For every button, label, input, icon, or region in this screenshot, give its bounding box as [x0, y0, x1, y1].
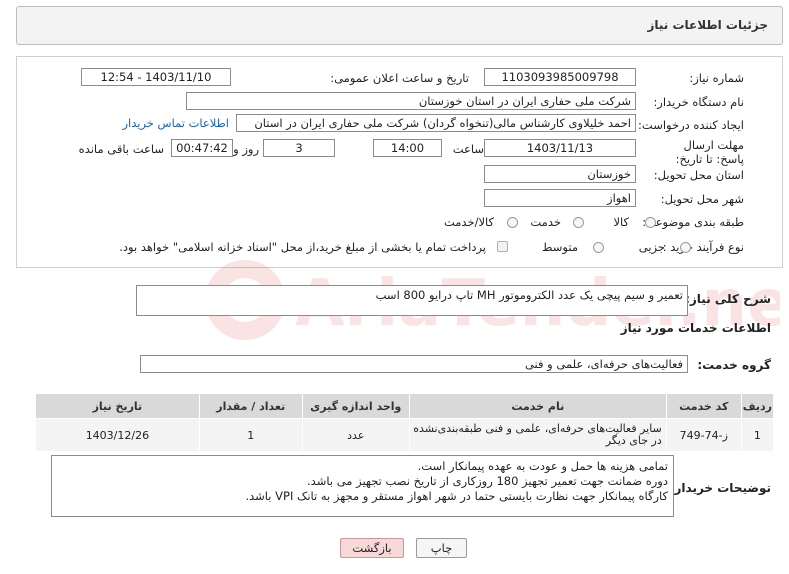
treasury-payment-checkbox[interactable] — [497, 241, 508, 252]
column-header-code: کد خدمت — [665, 393, 742, 419]
treasury-payment-note: پرداخت تمام یا بخشی از مبلغ خرید،از محل … — [119, 240, 486, 254]
cell-unit: عدد — [301, 418, 410, 452]
category-radio-goods[interactable] — [645, 217, 656, 228]
category-option-service: خدمت — [530, 215, 561, 229]
services-table-header: ردیف کد خدمت نام خدمت واحد اندازه گیری ت… — [35, 393, 775, 419]
column-header-qty: تعداد / مقدار — [198, 393, 303, 419]
days-label: روز و — [233, 142, 259, 156]
service-group-field[interactable]: فعالیت‌های حرفه‌ای، علمی و فنی — [140, 355, 688, 373]
cell-code: ز-74-749 — [665, 418, 742, 452]
category-option-goods-service: کالا/خدمت — [443, 215, 494, 229]
need-number-label: شماره نیاز: — [689, 71, 744, 85]
city-field[interactable]: اهواز — [484, 189, 636, 207]
buyer-org-field[interactable]: شرکت ملی حفاری ایران در استان خوزستان — [186, 92, 636, 110]
process-radio-minor[interactable] — [680, 242, 691, 253]
category-radio-goods-service[interactable] — [507, 217, 518, 228]
cell-name: سایر فعالیت‌های حرفه‌ای، علمی و فنی طبقه… — [408, 418, 667, 452]
process-label: نوع فرآیند خرید : — [662, 240, 744, 254]
services-table: ردیف کد خدمت نام خدمت واحد اندازه گیری ت… — [35, 393, 775, 452]
need-number-field[interactable]: 1103093985009798 — [484, 68, 636, 86]
category-radio-service[interactable] — [573, 217, 584, 228]
column-header-name: نام خدمت — [408, 393, 667, 419]
buyer-notes-textarea[interactable]: تمامی هزینه ها حمل و عودت به عهده پیمانک… — [51, 455, 674, 517]
deadline-label: مهلت ارسال پاسخ: تا تاریخ: — [675, 138, 744, 166]
buyer-contact-link[interactable]: اطلاعات تماس خریدار — [122, 116, 229, 130]
announce-date-field[interactable]: 1403/11/10 - 12:54 — [81, 68, 231, 86]
remaining-time-label: ساعت باقی مانده — [78, 142, 164, 156]
summary-label: شرح کلی نیاز: — [685, 292, 771, 306]
deadline-date-field[interactable]: 1403/11/13 — [484, 139, 636, 157]
column-header-date: تاریخ نیاز — [35, 393, 200, 419]
summary-textarea[interactable] — [136, 285, 688, 316]
back-button[interactable]: بازگشت — [340, 538, 404, 558]
service-group-label: گروه خدمت: — [697, 358, 771, 372]
buyer-note-line: دوره ضمانت جهت تعمیر تجهیز 180 روزکاری ا… — [307, 474, 668, 488]
province-label: استان محل تحویل: — [653, 168, 744, 182]
buyer-org-label: نام دستگاه خریدار: — [653, 95, 744, 109]
creator-field[interactable]: احمد خلیلاوی کارشناس مالی(تنخواه گردان) … — [236, 114, 636, 132]
process-option-minor: جزیی — [638, 240, 665, 254]
buyer-notes-label: توضیحات خریدار: — [669, 481, 771, 495]
column-header-row: ردیف — [740, 393, 775, 419]
creator-label: ایجاد کننده درخواست: — [638, 118, 744, 132]
cell-date: 1403/12/26 — [35, 418, 200, 452]
print-button[interactable]: چاپ — [416, 538, 467, 558]
deadline-time-label: ساعت — [452, 142, 484, 156]
services-section-title: اطلاعات خدمات مورد نیاز — [620, 321, 771, 335]
cell-row: 1 — [740, 418, 775, 452]
city-label: شهر محل تحویل: — [660, 192, 744, 206]
category-label: طبقه بندی موضوعی: — [642, 215, 744, 229]
category-option-goods: کالا — [613, 215, 629, 229]
page-title: جزئیات اطلاعات نیاز — [647, 18, 768, 32]
process-option-medium: متوسط — [541, 240, 578, 254]
deadline-time-field[interactable]: 14:00 — [373, 139, 442, 157]
buyer-note-line: تمامی هزینه ها حمل و عودت به عهده پیمانک… — [417, 459, 668, 473]
page-header: جزئیات اطلاعات نیاز — [16, 6, 783, 45]
days-field[interactable]: 3 — [263, 139, 335, 157]
announce-date-label: تاریخ و ساعت اعلان عمومی: — [330, 71, 469, 85]
column-header-unit: واحد اندازه گیری — [301, 393, 410, 419]
remaining-time-field[interactable]: 00:47:42 — [171, 139, 233, 157]
cell-qty: 1 — [198, 418, 303, 452]
process-radio-medium[interactable] — [593, 242, 604, 253]
table-row: 1 ز-74-749 سایر فعالیت‌های حرفه‌ای، علمی… — [35, 418, 775, 452]
buyer-note-line: کارگاه پیمانکار جهت نظارت بایستی حتما در… — [245, 489, 668, 503]
province-field[interactable]: خوزستان — [484, 165, 636, 183]
